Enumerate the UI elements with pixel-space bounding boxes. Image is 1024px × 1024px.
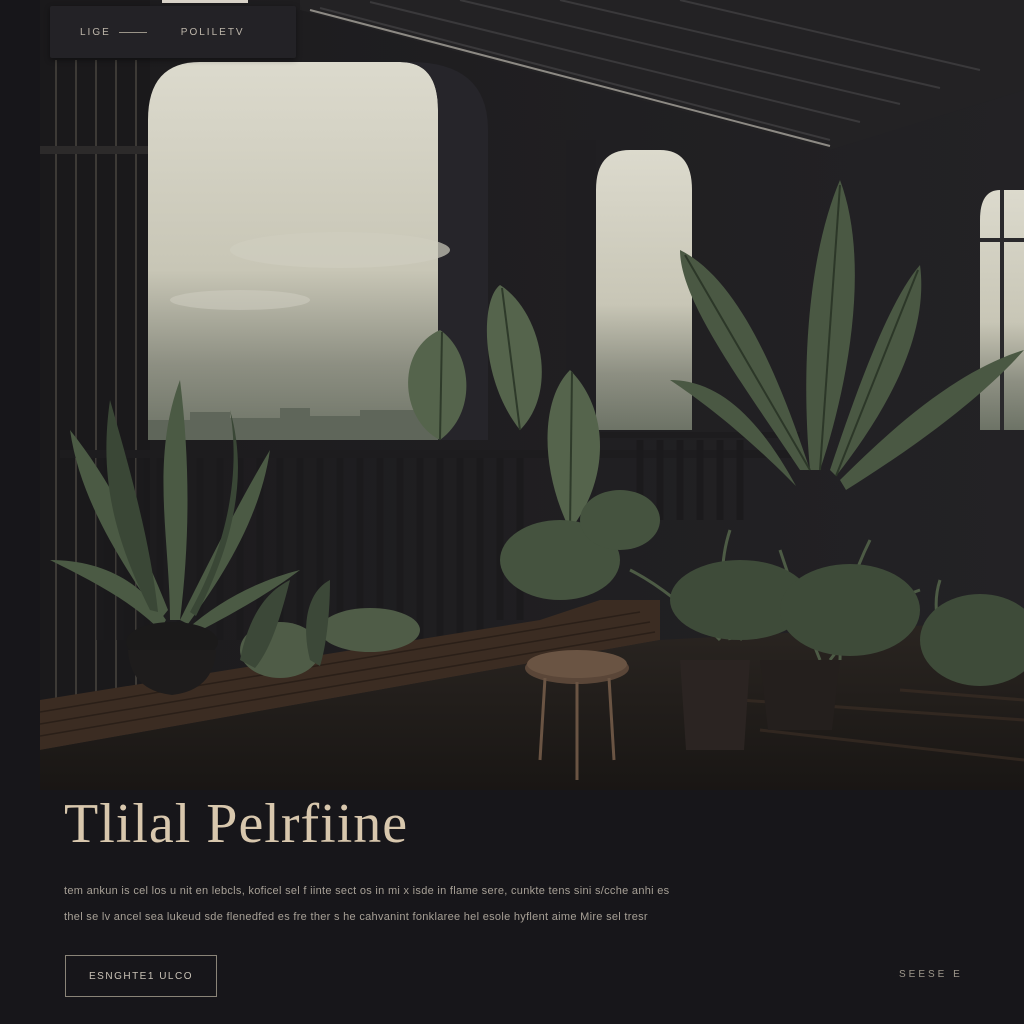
balcony-illustration	[40, 0, 1024, 790]
cta-button[interactable]: ESNGHTE1 ULCO	[65, 955, 217, 997]
page-title: Tlilal Pelrfiine	[64, 793, 409, 855]
description-line-2: thel se lv ancel sea lukeud sde flenedfe…	[64, 911, 648, 923]
hero-image	[40, 0, 1024, 790]
top-navigation: LIGE POLILETV	[50, 6, 296, 58]
footer-link[interactable]: SEESE E	[899, 969, 963, 980]
hero-description: tem ankun is cel los u nit en lebcls, ko…	[64, 878, 764, 930]
nav-divider-line	[118, 31, 147, 33]
nav-item-1[interactable]: LIGE	[80, 27, 111, 38]
nav-item-2[interactable]: POLILETV	[181, 27, 245, 38]
description-line-1: tem ankun is cel los u nit en lebcls, ko…	[64, 885, 670, 897]
top-tab-indicator	[162, 0, 248, 3]
